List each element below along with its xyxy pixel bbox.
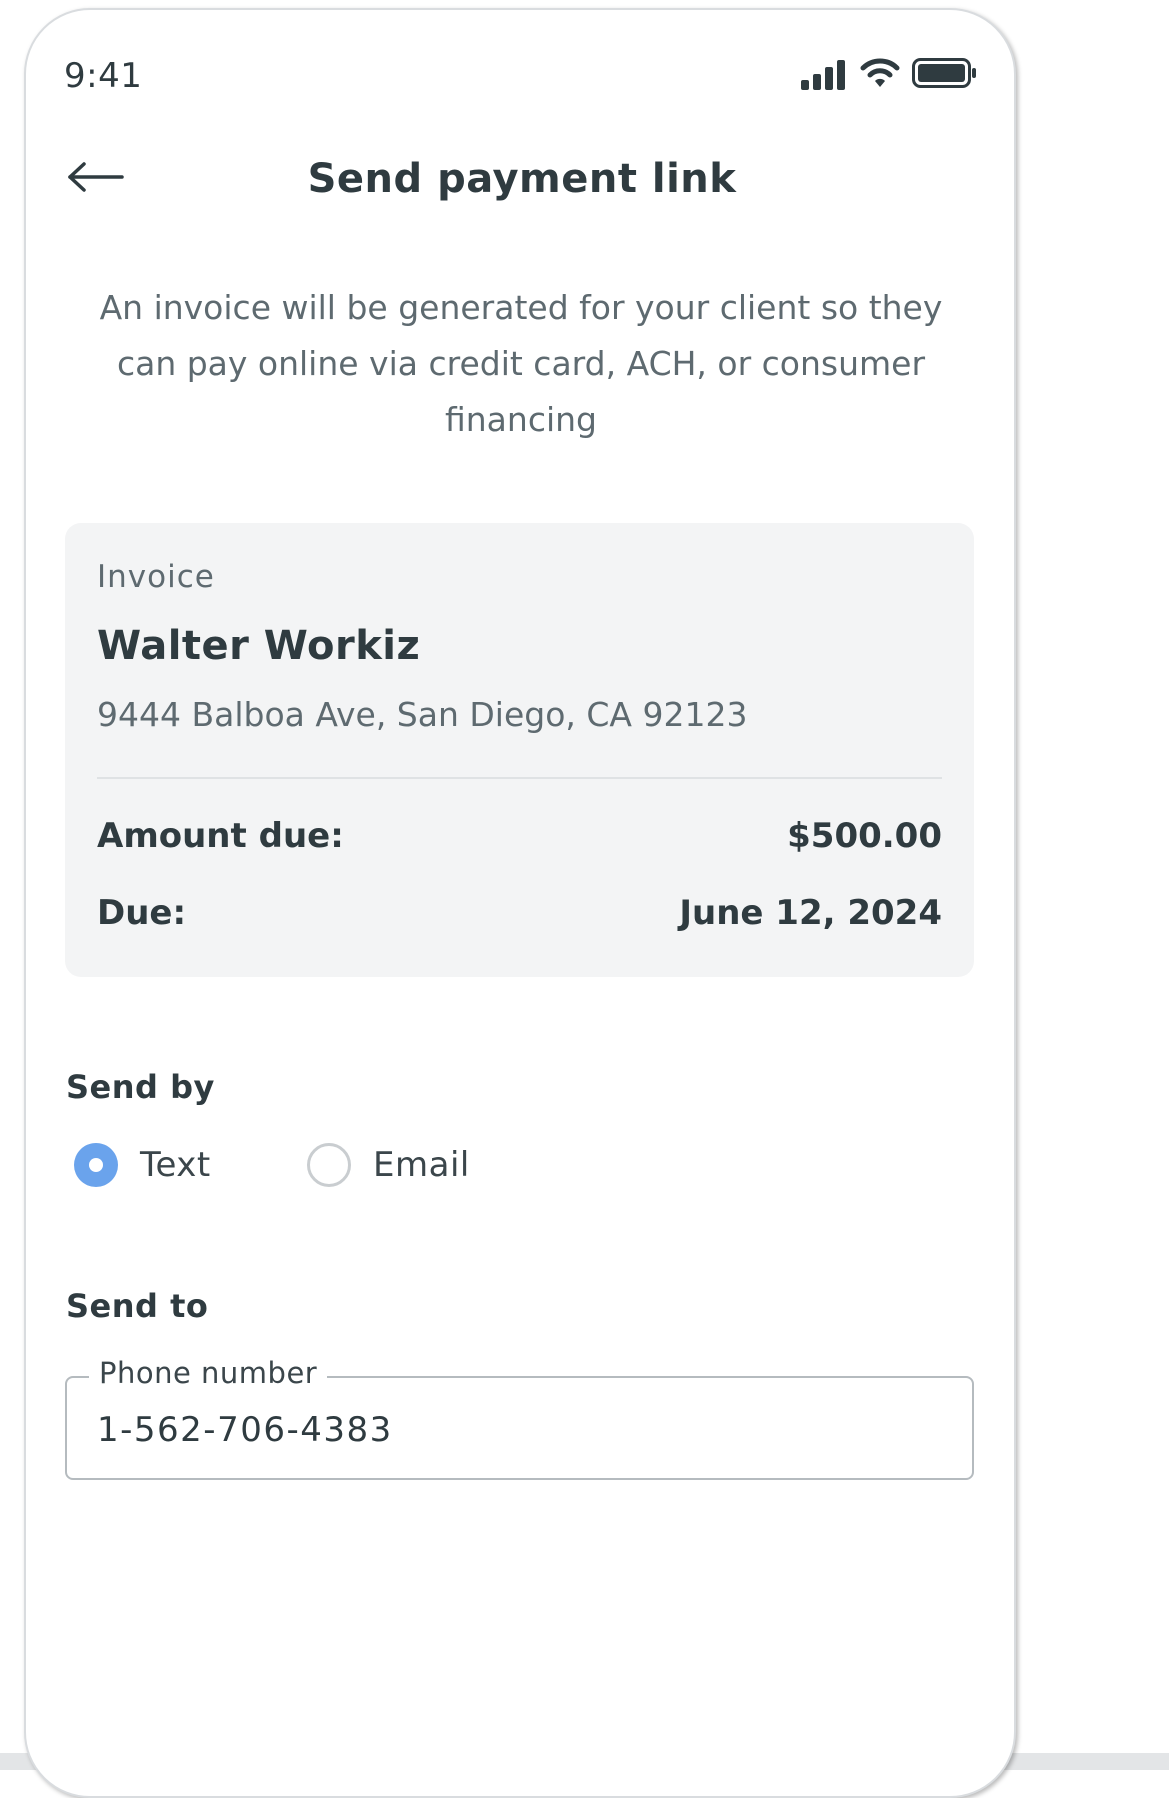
- cellular-signal-icon: [801, 60, 845, 90]
- page-background: [1030, 0, 1169, 1770]
- radio-email-option[interactable]: Email: [307, 1142, 470, 1188]
- amount-due-label: Amount due:: [97, 816, 344, 856]
- radio-unselected-icon[interactable]: [307, 1143, 351, 1187]
- invoice-card: Invoice Walter Workiz 9444 Balboa Ave, S…: [65, 523, 974, 977]
- invoice-label: Invoice: [97, 559, 215, 595]
- page-title: Send payment link: [307, 156, 737, 202]
- client-name: Walter Workiz: [97, 623, 421, 669]
- phone-number-label: Phone number: [89, 1356, 328, 1390]
- client-address: 9444 Balboa Ave, San Diego, CA 92123: [97, 695, 748, 734]
- radio-text-label: Text: [140, 1145, 211, 1185]
- description-text: An invoice will be generated for your cl…: [99, 288, 943, 439]
- due-date-label: Due:: [97, 893, 187, 933]
- battery-icon: [912, 58, 976, 88]
- phone-number-field[interactable]: Phone number: [65, 1356, 974, 1480]
- send-to-title: Send to: [66, 1287, 209, 1325]
- status-time: 9:41: [64, 56, 143, 96]
- radio-text-option[interactable]: Text: [74, 1142, 211, 1188]
- phone-frame: 9:41 Send payment link An invoice will b…: [24, 8, 1016, 1798]
- card-divider: [97, 777, 942, 779]
- phone-number-input[interactable]: [97, 1406, 937, 1454]
- wifi-icon: [860, 58, 900, 87]
- radio-selected-icon[interactable]: [74, 1143, 118, 1187]
- due-date-value: June 12, 2024: [679, 893, 942, 933]
- amount-due-value: $500.00: [787, 816, 942, 856]
- radio-email-label: Email: [373, 1145, 470, 1185]
- send-by-title: Send by: [66, 1068, 215, 1106]
